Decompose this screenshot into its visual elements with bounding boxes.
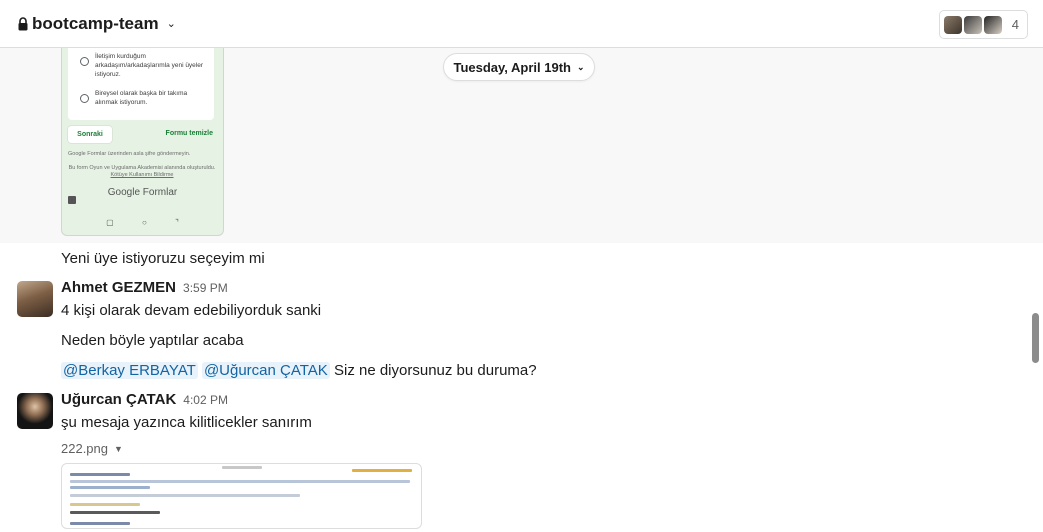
google-forms-brand: Google Formlar (107, 187, 178, 198)
user-mention[interactable]: @Berkay ERBAYAT (61, 362, 198, 379)
member-avatar (943, 15, 962, 34)
form-note-text: Bu form Oyun ve Uygulama Akademisi alanı… (68, 165, 216, 171)
form-clear-link: Formu temizle (165, 130, 213, 137)
thumb-line (70, 511, 160, 514)
timestamp[interactable]: 4:02 PM (183, 393, 228, 407)
thumb-line (222, 466, 262, 469)
form-note-link: Kötüye Kullanımı Bildirme (110, 172, 174, 178)
form-screenshot-image[interactable]: İletişim kurduğum arkadaşım/arkadaşlarım… (61, 48, 224, 236)
radio-icon (80, 94, 89, 103)
form-note: Google Formlar üzerinden asla şifre gönd… (68, 151, 191, 157)
user-mention[interactable]: @Uğurcan ÇATAK (201, 362, 330, 379)
caret-down-icon: ▼ (114, 443, 123, 454)
thumb-line (70, 522, 130, 525)
channel-header: bootcamp-team ⌄ 4 (0, 0, 1043, 48)
image-attachment[interactable] (61, 463, 422, 529)
form-option-label: Bireysel olarak başka bir takıma alınmak… (95, 90, 188, 106)
avatar[interactable] (17, 281, 53, 317)
form-note: Bu form Oyun ve Uygulama Akademisi alanı… (68, 165, 216, 179)
message-header: Uğurcan ÇATAK 4:02 PM (61, 391, 228, 408)
form-option: İletişim kurduğum arkadaşım/arkadaşlarım… (80, 52, 210, 79)
home-icon: ○ (141, 218, 147, 227)
chevron-down-icon: ⌄ (166, 17, 176, 30)
thumb-line (70, 473, 130, 476)
file-name-toggle[interactable]: 222.png ▼ (61, 441, 123, 456)
member-avatar (963, 15, 982, 34)
message-text-rest: Siz ne diyorsunuz bu duruma? (333, 362, 537, 379)
form-card: İletişim kurduğum arkadaşım/arkadaşlarım… (68, 48, 214, 120)
form-option: Bireysel olarak başka bir takıma alınmak… (80, 89, 210, 107)
back-icon: ⌝ (175, 218, 179, 227)
members-button[interactable]: 4 (938, 10, 1028, 39)
timestamp[interactable]: 3:59 PM (183, 281, 228, 295)
thumb-line (352, 469, 412, 472)
message-text: şu mesaja yazınca kilitlicekler sanırım (61, 414, 312, 431)
message-header: Ahmet GEZMEN 3:59 PM (61, 279, 228, 296)
thumb-line (70, 486, 150, 489)
message-text: 4 kişi olarak devam edebiliyorduk sanki (61, 302, 322, 319)
report-flag-icon (68, 196, 76, 204)
recent-apps-icon: ▢ (106, 218, 114, 227)
thumb-line (70, 503, 140, 506)
message-text: Yeni üye istiyoruzu seçeyim mi (61, 250, 265, 267)
message-text: @Berkay ERBAYAT @Uğurcan ÇATAK Siz ne di… (61, 362, 537, 379)
date-label: Tuesday, April 19th (453, 59, 571, 75)
member-count: 4 (1011, 17, 1019, 32)
file-name: 222.png (61, 441, 108, 456)
phone-nav-bar: ▢ ○ ⌝ (62, 218, 223, 232)
form-next-button: Sonraki (68, 126, 112, 143)
lock-icon (18, 17, 28, 31)
thumb-line (70, 480, 410, 483)
thumb-line (70, 494, 300, 497)
scrollbar-thumb[interactable] (1032, 313, 1039, 363)
radio-icon (80, 57, 89, 66)
avatar[interactable] (17, 393, 53, 429)
form-option-label: İletişim kurduğum arkadaşım/arkadaşlarım… (95, 53, 204, 78)
member-avatar (983, 15, 1002, 34)
channel-name: bootcamp-team (32, 14, 159, 33)
channel-name-button[interactable]: bootcamp-team ⌄ (18, 14, 176, 34)
author-name[interactable]: Ahmet GEZMEN (61, 279, 176, 296)
chevron-down-icon: ⌄ (576, 61, 585, 72)
author-name[interactable]: Uğurcan ÇATAK (61, 391, 176, 408)
message-text: Neden böyle yaptılar acaba (61, 332, 244, 349)
date-divider-button[interactable]: Tuesday, April 19th ⌄ (443, 53, 595, 81)
